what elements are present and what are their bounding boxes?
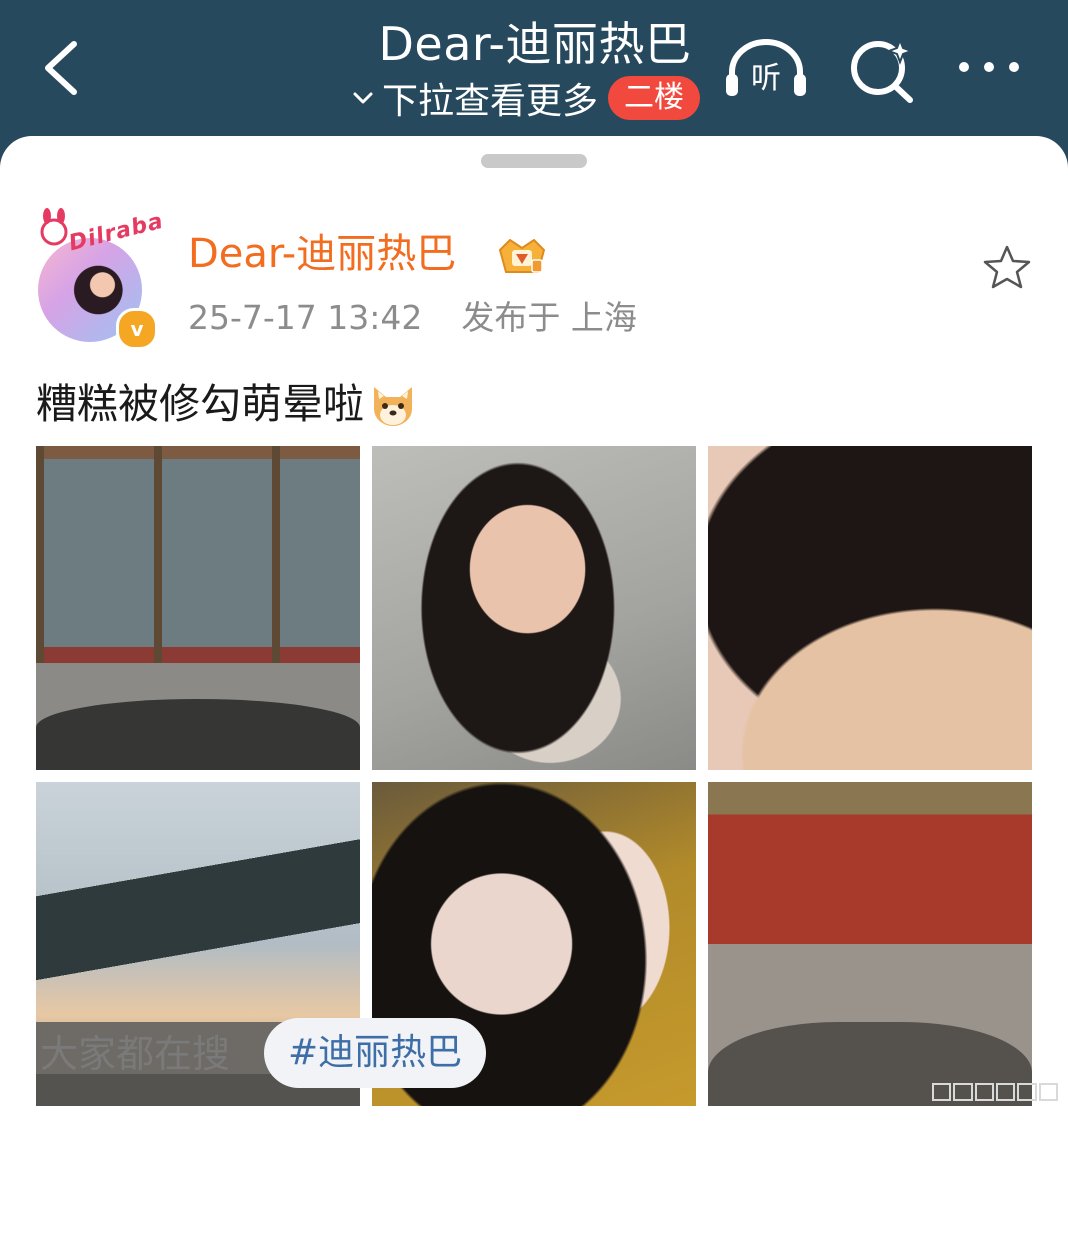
- watermark: [932, 1080, 1058, 1104]
- pull-down-hint[interactable]: 下拉查看更多 二楼: [350, 74, 701, 122]
- post-timestamp: 25-7-17 13:42: [188, 298, 423, 337]
- post-meta: 25-7-17 13:42 发布于 上海: [188, 294, 637, 342]
- author-name[interactable]: Dear-迪丽热巴: [188, 228, 456, 280]
- photo-6[interactable]: [708, 782, 1032, 1106]
- shiba-dog-emoji: [374, 387, 412, 426]
- top-navigation-bar: Dear-迪丽热巴 下拉查看更多 二楼 听: [0, 0, 1068, 140]
- photo-grid: [36, 446, 1032, 1106]
- photo-3[interactable]: [708, 446, 1032, 770]
- photo-1[interactable]: [36, 446, 360, 770]
- post-text: 糟糕被修勾萌晕啦: [36, 374, 418, 434]
- listen-label: 听: [751, 61, 781, 96]
- post-location: 发布于 上海: [461, 298, 637, 337]
- crown-badge-icon[interactable]: [494, 232, 550, 280]
- photo-2[interactable]: [372, 446, 696, 770]
- pull-down-label: 下拉查看更多: [382, 81, 599, 122]
- trending-label: 大家都在搜: [40, 1032, 231, 1076]
- floor-badge[interactable]: 二楼: [608, 76, 701, 120]
- chevron-left-icon[interactable]: [34, 36, 94, 100]
- search-sparkle-icon[interactable]: [848, 36, 916, 104]
- trending-tag[interactable]: #迪丽热巴: [264, 1018, 487, 1088]
- post-content: 糟糕被修勾萌晕啦: [36, 380, 364, 428]
- post-card: Dilraba v Dear-迪丽热巴 25-7-17 13:42 发布于 上海…: [0, 136, 1068, 1252]
- headphones-icon[interactable]: 听: [724, 36, 808, 100]
- chevron-down-icon: [353, 92, 373, 104]
- page-title: Dear-迪丽热巴: [378, 17, 692, 71]
- more-dots-icon[interactable]: [956, 52, 1022, 82]
- verified-badge: v: [116, 308, 158, 350]
- author-avatar[interactable]: Dilraba v: [34, 208, 166, 350]
- star-outline-icon[interactable]: [982, 244, 1032, 290]
- drag-handle[interactable]: [481, 154, 587, 168]
